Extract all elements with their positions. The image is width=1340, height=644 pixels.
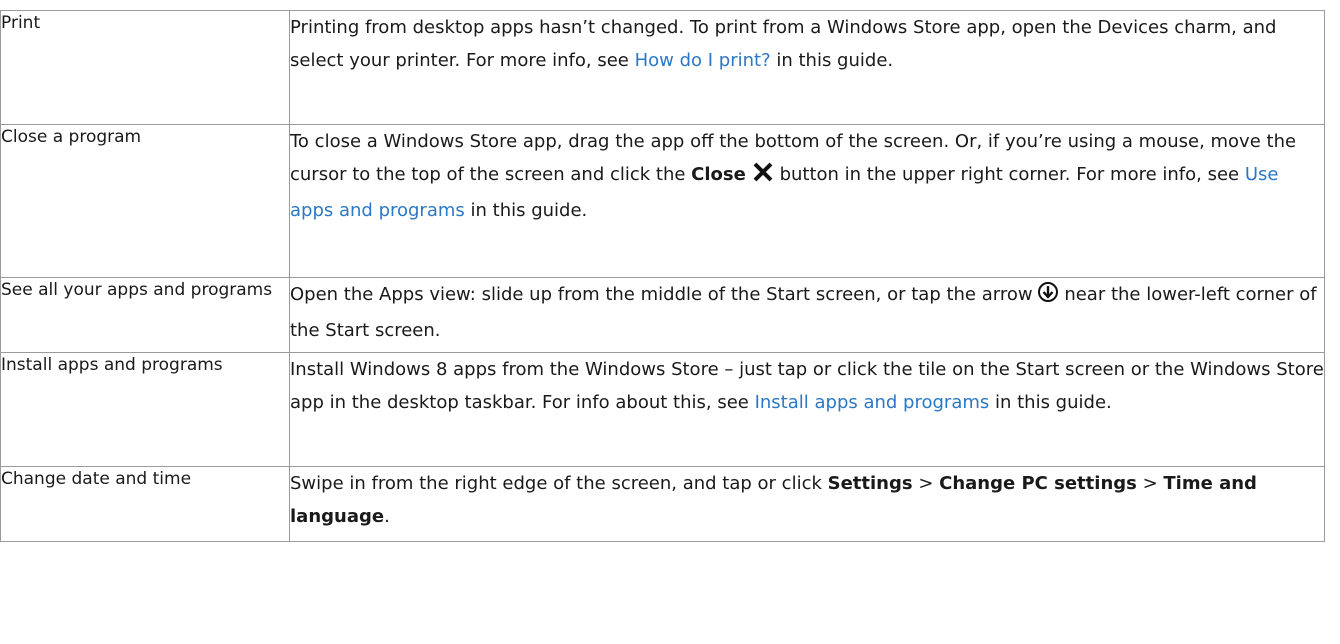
install-apps-and-programs-link[interactable]: Install apps and programs xyxy=(755,392,990,413)
description-text: button in the upper right corner. For mo… xyxy=(773,164,1245,185)
close-x-icon xyxy=(752,161,774,194)
table-row: Install apps and programs Install Window… xyxy=(0,352,1325,467)
description-text: in this guide. xyxy=(989,392,1112,413)
description-cell: Swipe in from the right edge of the scre… xyxy=(289,466,1325,542)
table-row: Print Printing from desktop apps hasn’t … xyxy=(0,10,1325,125)
topic-cell: Change date and time xyxy=(0,466,290,542)
how-do-i-print-link[interactable]: How do I print? xyxy=(635,50,771,71)
description-cell: To close a Windows Store app, drag the a… xyxy=(289,124,1325,278)
description-text: Swipe in from the right edge of the scre… xyxy=(290,473,828,494)
guide-table: Print Printing from desktop apps hasn’t … xyxy=(0,10,1325,542)
topic-cell: Install apps and programs xyxy=(0,352,290,467)
description-cell: Printing from desktop apps hasn’t change… xyxy=(289,10,1325,125)
settings-label: Settings xyxy=(827,473,913,494)
down-arrow-circle-icon xyxy=(1037,281,1059,314)
separator: > xyxy=(1136,473,1164,494)
change-pc-settings-label: Change PC settings xyxy=(939,473,1137,494)
description-text: . xyxy=(384,506,390,527)
description-cell: Install Windows 8 apps from the Windows … xyxy=(289,352,1325,467)
close-label: Close xyxy=(691,164,746,185)
topic-cell: Print xyxy=(0,10,290,125)
table-row: Change date and time Swipe in from the r… xyxy=(0,466,1325,542)
topic-cell: Close a program xyxy=(0,124,290,278)
description-text: in this guide. xyxy=(464,200,588,221)
separator: > xyxy=(912,473,940,494)
topic-cell: See all your apps and programs xyxy=(0,277,290,353)
table-row: Close a program To close a Windows Store… xyxy=(0,124,1325,278)
description-cell: Open the Apps view: slide up from the mi… xyxy=(289,277,1325,353)
description-text: in this guide. xyxy=(770,50,894,71)
description-text: Open the Apps view: slide up from the mi… xyxy=(290,284,1033,305)
table-row: See all your apps and programs Open the … xyxy=(0,277,1325,353)
